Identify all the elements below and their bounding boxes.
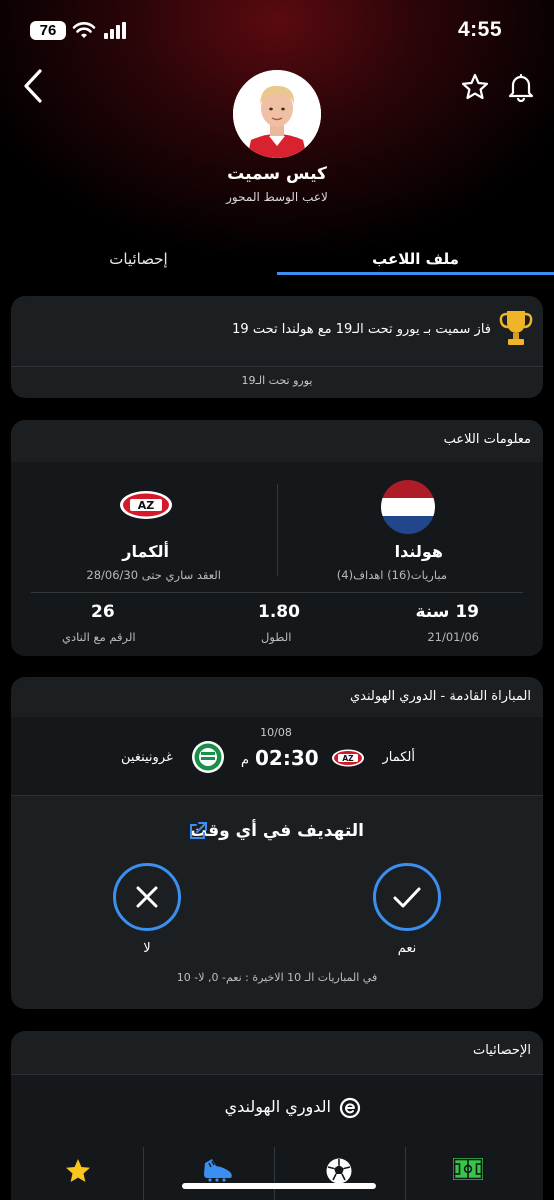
column-divider bbox=[274, 1147, 275, 1200]
tab-stats[interactable]: إحصائيات bbox=[0, 250, 277, 268]
boot-icon bbox=[204, 1159, 232, 1182]
height-value: 1.80 bbox=[258, 602, 300, 622]
player-avatar bbox=[233, 70, 321, 158]
next-match-card: المباراة القادمة - الدوري الهولندي 10/08… bbox=[11, 677, 543, 1009]
card-divider bbox=[11, 795, 543, 796]
card-divider bbox=[11, 366, 543, 367]
bell-icon[interactable] bbox=[506, 72, 536, 102]
trophy-text: فاز سميت بـ يورو تحت الـ19 مع هولندا تحت… bbox=[232, 322, 491, 337]
vote-yes-label: نعم bbox=[397, 941, 417, 956]
league-name[interactable]: الدوري الهولندي bbox=[201, 1097, 331, 1116]
star-icon bbox=[66, 1159, 90, 1182]
trophy-card[interactable]: فاز سميت بـ يورو تحت الـ19 مع هولندا تحت… bbox=[11, 296, 543, 398]
groningen-logo-icon bbox=[192, 741, 224, 773]
statistics-card: الإحصائيات الدوري الهولندي bbox=[11, 1031, 543, 1200]
club-contract: العقد ساري حتى 28/06/30 bbox=[86, 568, 221, 582]
pitch-icon bbox=[453, 1158, 483, 1180]
home-indicator[interactable] bbox=[182, 1183, 376, 1189]
back-arrow-icon[interactable] bbox=[20, 68, 46, 104]
age-value: 19 سنة bbox=[415, 602, 479, 622]
clock: 4:55 bbox=[457, 18, 502, 41]
shirt-number-label: الرقم مع النادي bbox=[62, 630, 136, 644]
az-alkmaar-logo-icon[interactable]: AZ bbox=[119, 490, 173, 520]
signal-icon bbox=[104, 22, 126, 39]
player-info-card: معلومات اللاعب AZ هولندا مباريات(16) اهد… bbox=[11, 420, 543, 656]
statistics-title: الإحصائيات bbox=[472, 1043, 531, 1058]
column-divider bbox=[405, 1147, 406, 1200]
next-match-title: المباراة القادمة - الدوري الهولندي bbox=[349, 689, 531, 704]
match-time: 02:30 bbox=[255, 746, 319, 770]
close-icon bbox=[136, 886, 158, 908]
national-team-stats: مباريات(16) اهداف(4) bbox=[336, 568, 447, 582]
svg-text:AZ: AZ bbox=[342, 754, 354, 763]
horizontal-divider bbox=[31, 592, 523, 593]
trophy-competition: يورو تحت الـ19 bbox=[241, 374, 313, 387]
player-photo bbox=[233, 70, 321, 158]
wifi-icon bbox=[72, 22, 96, 38]
az-alkmaar-logo-icon: AZ bbox=[332, 749, 364, 767]
profile-tabs: ملف اللاعب إحصائيات bbox=[0, 244, 554, 278]
eredivisie-logo-icon bbox=[339, 1097, 361, 1119]
national-team-name: هولندا bbox=[394, 542, 443, 561]
tab-profile[interactable]: ملف اللاعب bbox=[277, 250, 554, 268]
anytime-scorer-title: التهديف في أي وقت bbox=[189, 821, 364, 841]
active-tab-indicator bbox=[277, 272, 554, 275]
trophy-icon bbox=[499, 311, 533, 345]
netherlands-flag-icon[interactable] bbox=[381, 480, 435, 534]
external-link-icon[interactable] bbox=[187, 820, 209, 842]
height-label: الطول bbox=[261, 630, 292, 644]
player-position: لاعب الوسط المحور bbox=[226, 190, 328, 204]
vote-history: في المباريات الـ 10 الاخيرة : نعم- 0, لا… bbox=[176, 971, 378, 984]
home-team-name: ألكمار bbox=[382, 750, 415, 765]
battery-indicator: 76 bbox=[30, 21, 66, 40]
vote-yes-button[interactable] bbox=[373, 863, 441, 931]
status-bar: 76 4:55 bbox=[0, 0, 554, 60]
column-divider bbox=[143, 1147, 144, 1200]
favorite-star-icon[interactable] bbox=[460, 72, 490, 102]
match-ampm: م bbox=[241, 753, 250, 768]
shirt-number-value: 26 bbox=[91, 602, 115, 622]
club-name: ألكمار bbox=[122, 542, 169, 561]
away-team-name: غرونينغين bbox=[121, 750, 173, 765]
ball-icon bbox=[326, 1158, 352, 1184]
match-date: 10/08 bbox=[260, 726, 292, 739]
player-info-title: معلومات اللاعب bbox=[443, 432, 531, 447]
svg-text:AZ: AZ bbox=[138, 499, 155, 512]
birth-date: 21/01/06 bbox=[427, 630, 479, 644]
vote-no-button[interactable] bbox=[113, 863, 181, 931]
vertical-divider bbox=[277, 484, 278, 576]
vote-no-label: لا bbox=[143, 941, 151, 956]
player-page: 76 4:55 كيس سميت لاعب الوسط المحور ملف ا… bbox=[0, 0, 554, 1200]
check-icon bbox=[393, 887, 421, 908]
player-name: كيس سميت bbox=[227, 164, 327, 184]
